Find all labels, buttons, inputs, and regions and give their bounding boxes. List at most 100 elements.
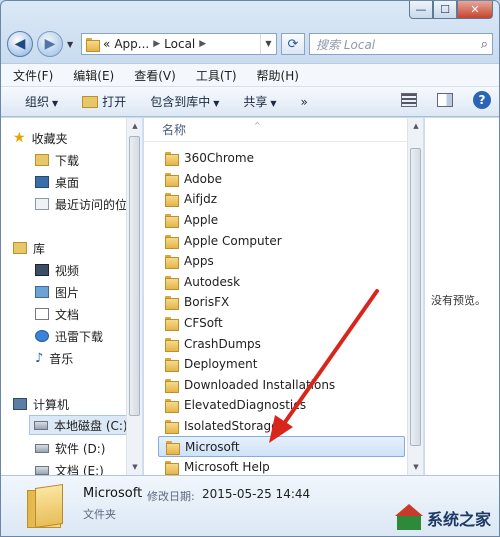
details-modified-label: 修改日期: <box>147 490 195 503</box>
breadcrumb-appdata[interactable]: App... <box>114 37 149 51</box>
open-button[interactable]: 打开 <box>82 93 126 110</box>
file-row[interactable]: Apple <box>158 210 405 231</box>
search-icon[interactable]: ⌕ <box>481 37 488 52</box>
address-row: ◀ ▶ ▼ « App... ▶ Local ▶ ▼ ⟳ 搜索 Local ⌕ <box>7 29 493 59</box>
nav-item-thunder-downloads[interactable]: 迅雷下载 <box>35 326 103 346</box>
search-input[interactable]: 搜索 Local ⌕ <box>309 33 493 55</box>
nav-item-drive-d[interactable]: 软件 (D:) <box>35 438 105 458</box>
breadcrumb-separator-icon[interactable]: ▶ <box>153 39 160 49</box>
organize-button[interactable]: 组织 ▼ <box>25 93 58 110</box>
file-name: Apple <box>184 213 219 228</box>
breadcrumb-overflow[interactable]: « <box>103 37 110 51</box>
file-row[interactable]: Aifjdz <box>158 189 405 210</box>
house-logo-icon <box>394 504 423 532</box>
address-dropdown-icon[interactable]: ▼ <box>260 34 276 54</box>
file-row[interactable]: CrashDumps <box>158 333 405 354</box>
menu-file[interactable]: 文件(F) <box>13 67 53 84</box>
folder-icon <box>164 213 179 229</box>
folder-icon <box>164 419 179 435</box>
file-row[interactable]: Apps <box>158 251 405 272</box>
refresh-button[interactable]: ⟳ <box>281 33 305 55</box>
file-name: CFSoft <box>184 316 223 331</box>
drive-icon <box>34 420 48 430</box>
nav-item-drive-e[interactable]: 文档 (E:) <box>35 460 104 475</box>
file-row[interactable]: 360Chrome <box>158 148 405 169</box>
preview-pane: 没有预览。 <box>425 118 499 475</box>
file-row[interactable]: Downloaded Installations <box>158 375 405 396</box>
nav-item-downloads[interactable]: 下载 <box>35 150 79 170</box>
file-name: Aifjdz <box>184 192 218 207</box>
address-bar[interactable]: « App... ▶ Local ▶ ▼ <box>81 33 277 55</box>
file-list-scrollbar[interactable]: ▲ ▼ <box>407 118 423 475</box>
chevron-down-icon: ▼ <box>213 99 220 108</box>
forward-arrow-icon: ▶ <box>44 36 56 52</box>
nav-computer[interactable]: 计算机 <box>13 394 69 414</box>
nav-favorites[interactable]: ★ 收藏夹 <box>13 128 68 148</box>
watermark-text: 系统之家 <box>426 510 491 529</box>
folder-icon <box>164 151 179 167</box>
nav-scrollbar[interactable]: ▲ ▼ <box>126 118 142 475</box>
file-name: BorisFX <box>184 295 230 310</box>
watermark-logo: 系统之家 <box>394 504 491 532</box>
folder-icon <box>85 37 100 52</box>
star-icon: ★ <box>13 130 26 146</box>
menu-tools[interactable]: 工具(T) <box>196 67 237 84</box>
column-header-name[interactable]: 名称 ^ <box>144 118 423 142</box>
window-controls: — ☐ ✕ <box>409 1 493 19</box>
nav-item-music[interactable]: ♪ 音乐 <box>35 348 73 368</box>
file-row[interactable]: ElevatedDiagnostics <box>158 395 405 416</box>
folder-icon <box>164 172 179 187</box>
nav-item-recent[interactable]: 最近访问的位 <box>35 194 127 214</box>
menu-help[interactable]: 帮助(H) <box>257 67 299 84</box>
file-row[interactable]: CFSoft <box>158 313 405 334</box>
menu-view[interactable]: 查看(V) <box>134 67 176 84</box>
forward-button[interactable]: ▶ <box>37 31 63 57</box>
scrollbar-thumb[interactable] <box>129 136 140 416</box>
nav-item-desktop[interactable]: 桌面 <box>35 172 79 192</box>
change-view-icon[interactable] <box>401 93 417 107</box>
refresh-icon: ⟳ <box>287 36 299 52</box>
nav-libraries[interactable]: 库 <box>13 238 45 258</box>
menu-edit[interactable]: 编辑(E) <box>73 67 114 84</box>
scrollbar-thumb[interactable] <box>410 148 421 446</box>
minimize-button[interactable]: — <box>409 1 433 19</box>
close-button[interactable]: ✕ <box>457 1 493 19</box>
search-placeholder: 搜索 Local <box>316 37 376 52</box>
breadcrumb-separator-icon[interactable]: ▶ <box>199 39 206 49</box>
scroll-down-icon[interactable]: ▼ <box>127 459 142 475</box>
nav-item-videos[interactable]: 视频 <box>35 260 79 280</box>
recent-pages-dropdown[interactable]: ▼ <box>67 40 77 49</box>
more-commands-button[interactable]: » <box>301 95 308 109</box>
file-row[interactable]: Deployment <box>158 354 405 375</box>
maximize-button[interactable]: ☐ <box>433 1 457 19</box>
share-button[interactable]: 共享 ▼ <box>243 93 276 110</box>
chevron-down-icon: ▼ <box>270 99 277 108</box>
include-in-library-button[interactable]: 包含到库中 ▼ <box>150 93 219 110</box>
nav-item-drive-c[interactable]: 本地磁盘 (C:) <box>29 415 128 435</box>
file-row[interactable]: IsolatedStorage <box>158 416 405 437</box>
scroll-up-icon[interactable]: ▲ <box>127 118 142 134</box>
folder-icon <box>164 357 179 373</box>
nav-item-pictures[interactable]: 图片 <box>35 282 79 302</box>
file-row[interactable]: Apple Computer <box>158 230 405 251</box>
file-row[interactable]: Adobe <box>158 169 405 190</box>
file-row[interactable]: Autodesk <box>158 272 405 293</box>
file-row[interactable]: Microsoft <box>158 436 405 457</box>
preview-pane-icon[interactable] <box>437 93 453 107</box>
file-name: Microsoft <box>185 439 240 454</box>
folder-icon <box>164 460 179 475</box>
file-row[interactable]: Microsoft Help <box>158 457 405 475</box>
folder-icon <box>164 337 179 352</box>
menu-bar: 文件(F) 编辑(E) 查看(V) 工具(T) 帮助(H) <box>1 63 499 87</box>
back-button[interactable]: ◀ <box>7 31 33 57</box>
computer-icon <box>13 398 27 410</box>
nav-item-documents[interactable]: 文档 <box>35 304 79 324</box>
scroll-up-icon[interactable]: ▲ <box>408 118 423 134</box>
breadcrumb-local[interactable]: Local <box>164 37 195 51</box>
file-row[interactable]: BorisFX <box>158 292 405 313</box>
thunder-icon <box>35 330 49 342</box>
navigation-pane: ★ 收藏夹 下载 桌面 最近访问的位 库 视频 图片 文档 迅雷下载 ♪ 音乐 计算… <box>1 118 143 475</box>
folder-icon <box>164 254 179 270</box>
scroll-down-icon[interactable]: ▼ <box>408 459 423 475</box>
help-icon[interactable]: ? <box>473 91 491 109</box>
